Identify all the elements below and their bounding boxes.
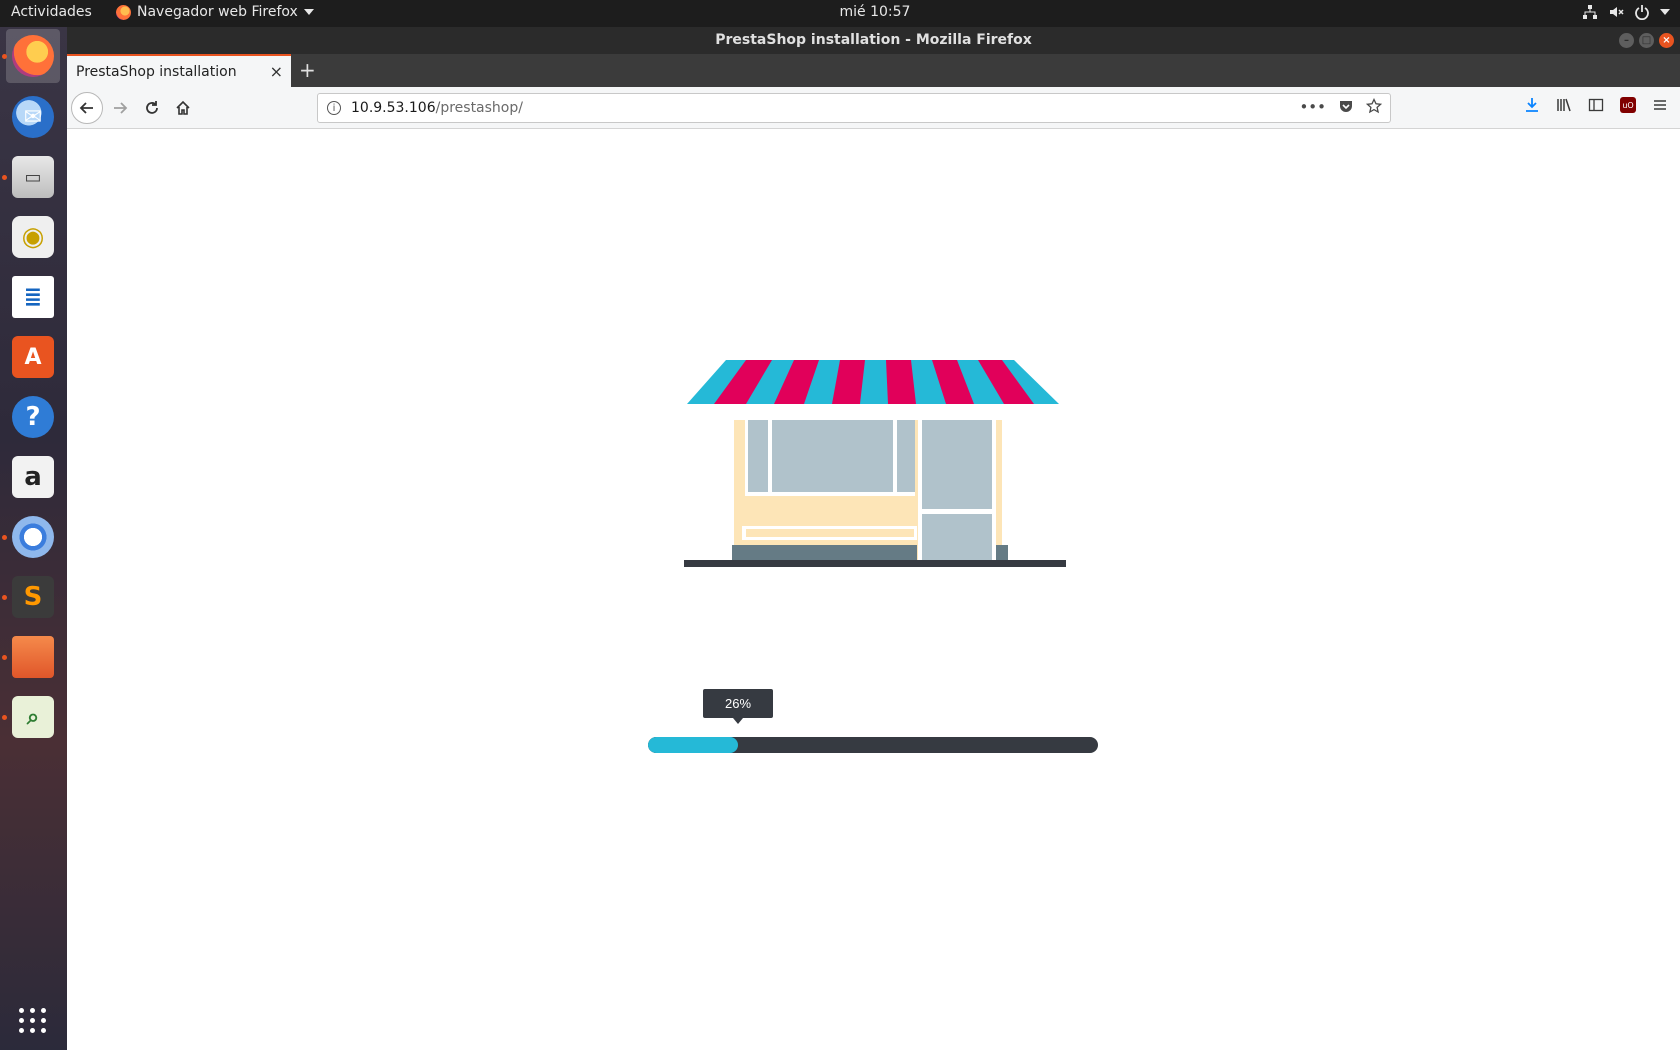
url-bar[interactable]: i 10.9.53.106/prestashop/ •••	[317, 93, 1391, 123]
dock-item-rhythmbox[interactable]: ◉	[6, 210, 60, 264]
firefox-icon	[12, 35, 54, 77]
dock-item-help[interactable]: ?	[6, 390, 60, 444]
close-window-button[interactable]: ×	[1659, 33, 1674, 48]
running-indicator	[2, 54, 7, 59]
dock-item-system-monitor[interactable]: ⌕	[6, 690, 60, 744]
navigation-toolbar: i 10.9.53.106/prestashop/ ••• uO	[67, 87, 1680, 129]
page-actions: •••	[1299, 98, 1382, 116]
hamburger-menu-icon[interactable]	[1652, 97, 1668, 113]
progress-tooltip: 26%	[703, 689, 773, 724]
window-titlebar: PrestaShop installation - Mozilla Firefo…	[67, 27, 1680, 54]
software-center-icon: A	[12, 336, 54, 378]
maximize-button[interactable]: □	[1639, 33, 1654, 48]
chevron-down-icon	[1660, 9, 1670, 15]
chromium-icon	[12, 516, 54, 558]
volume-muted-icon	[1610, 7, 1624, 17]
sublime-text-icon: S	[12, 576, 54, 618]
shop-illustration	[684, 360, 1066, 567]
reload-button[interactable]	[137, 93, 167, 123]
gnome-top-bar: Actividades Navegador web Firefox mié 10…	[0, 0, 1680, 27]
downloads-icon[interactable]	[1524, 97, 1540, 113]
dock-item-thunderbird[interactable]: ✉	[6, 90, 60, 144]
network-icon	[1583, 5, 1597, 19]
running-indicator	[2, 175, 7, 180]
url-path: /prestashop/	[435, 100, 523, 116]
dock-item-writer[interactable]: ≣	[6, 270, 60, 324]
ubuntu-dock: ✉ ▭ ◉ ≣ A ? a S ⌕	[0, 27, 67, 1050]
pocket-icon[interactable]	[1338, 98, 1354, 114]
bookmark-star-icon[interactable]	[1366, 98, 1382, 114]
library-icon[interactable]	[1556, 97, 1572, 113]
clock[interactable]: mié 10:57	[0, 4, 1680, 20]
dock-item-firefox[interactable]	[6, 29, 60, 83]
site-info-icon[interactable]: i	[327, 101, 341, 115]
forward-button[interactable]	[105, 93, 135, 123]
system-monitor-icon: ⌕	[12, 696, 54, 738]
writer-document-icon: ≣	[12, 276, 54, 318]
app-grid-icon	[19, 1007, 47, 1033]
minimize-button[interactable]: –	[1619, 33, 1634, 48]
rhythmbox-speaker-icon: ◉	[12, 216, 54, 258]
running-indicator	[2, 655, 7, 660]
folder-icon	[12, 636, 54, 678]
window-controls: – □ ×	[1619, 33, 1674, 48]
sidebar-icon[interactable]	[1588, 97, 1604, 113]
tab-label: PrestaShop installation	[76, 63, 237, 80]
running-indicator	[2, 535, 7, 540]
running-indicator	[2, 595, 7, 600]
dock-item-software[interactable]: A	[6, 330, 60, 384]
dock-item-amazon[interactable]: a	[6, 450, 60, 504]
dock-item-sublime[interactable]: S	[6, 570, 60, 624]
close-tab-icon[interactable]: ×	[270, 62, 283, 81]
arrow-left-icon	[79, 102, 93, 114]
back-button[interactable]	[71, 92, 103, 124]
thunderbird-icon: ✉	[12, 96, 54, 138]
dock-item-file-cabinet[interactable]: ▭	[6, 150, 60, 204]
page-actions-menu-icon[interactable]: •••	[1299, 98, 1326, 116]
system-tray[interactable]	[1582, 4, 1670, 20]
dock-item-chromium[interactable]	[6, 510, 60, 564]
show-applications-button[interactable]	[6, 993, 60, 1047]
url-host: 10.9.53.106	[351, 100, 436, 116]
ublock-origin-icon[interactable]: uO	[1620, 97, 1636, 113]
file-cabinet-icon: ▭	[12, 156, 54, 198]
dock-item-files[interactable]	[6, 630, 60, 684]
awning	[687, 360, 1059, 404]
arrow-right-icon	[114, 102, 128, 114]
home-icon	[176, 100, 190, 115]
reload-icon	[146, 101, 158, 114]
home-button[interactable]	[168, 93, 198, 123]
help-icon: ?	[12, 396, 54, 438]
toolbar-right: uO	[1524, 97, 1668, 113]
tab-prestashop-installation[interactable]: PrestaShop installation ×	[67, 54, 291, 87]
install-progress: 26%	[648, 689, 1098, 761]
progress-track	[648, 737, 1098, 753]
running-indicator	[2, 715, 7, 720]
power-icon	[1635, 5, 1649, 20]
progress-fill	[648, 737, 738, 753]
page-content: 26%	[67, 130, 1680, 1050]
window-title: PrestaShop installation - Mozilla Firefo…	[715, 32, 1032, 48]
amazon-icon: a	[12, 456, 54, 498]
new-tab-button[interactable]: +	[299, 58, 316, 82]
tab-strip: PrestaShop installation × +	[67, 54, 1680, 87]
